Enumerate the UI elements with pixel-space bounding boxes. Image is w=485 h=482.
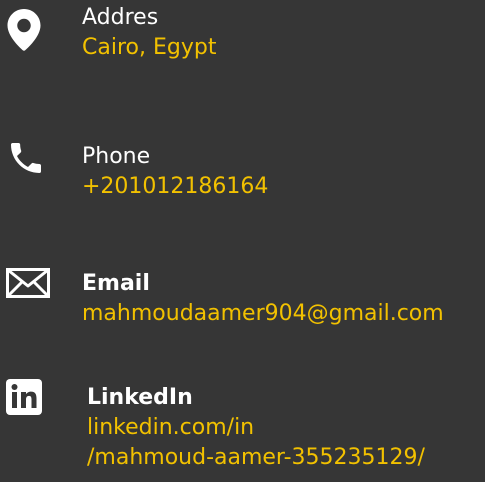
linkedin-text: LinkedIn linkedin.com/in /mahmoud-aamer-… [87, 383, 425, 473]
email-label: Email [82, 271, 150, 296]
email-link[interactable]: mahmoudaamer904@gmail.com [82, 299, 444, 329]
phone-item: Phone +201012186164 [0, 130, 485, 220]
address-text: Addres Cairo, Egypt [82, 3, 216, 63]
location-pin-icon [6, 9, 42, 51]
address-item: Addres Cairo, Egypt [0, 0, 485, 120]
contact-info-list: Addres Cairo, Egypt Phone +201012186164 … [0, 0, 485, 482]
email-item: Email mahmoudaamer904@gmail.com [0, 260, 485, 350]
linkedin-link-line2[interactable]: /mahmoud-aamer-355235129/ [87, 443, 425, 473]
phone-link[interactable]: +201012186164 [82, 172, 268, 202]
linkedin-icon [6, 379, 42, 415]
linkedin-link-line1[interactable]: linkedin.com/in [87, 413, 425, 443]
address-label: Addres [82, 5, 159, 30]
linkedin-label: LinkedIn [87, 385, 193, 410]
phone-icon [6, 138, 46, 178]
phone-text: Phone +201012186164 [82, 142, 268, 202]
envelope-icon [6, 268, 50, 298]
address-value: Cairo, Egypt [82, 35, 217, 60]
linkedin-item: LinkedIn linkedin.com/in /mahmoud-aamer-… [0, 375, 485, 482]
email-text: Email mahmoudaamer904@gmail.com [82, 269, 444, 329]
phone-label: Phone [82, 144, 151, 169]
